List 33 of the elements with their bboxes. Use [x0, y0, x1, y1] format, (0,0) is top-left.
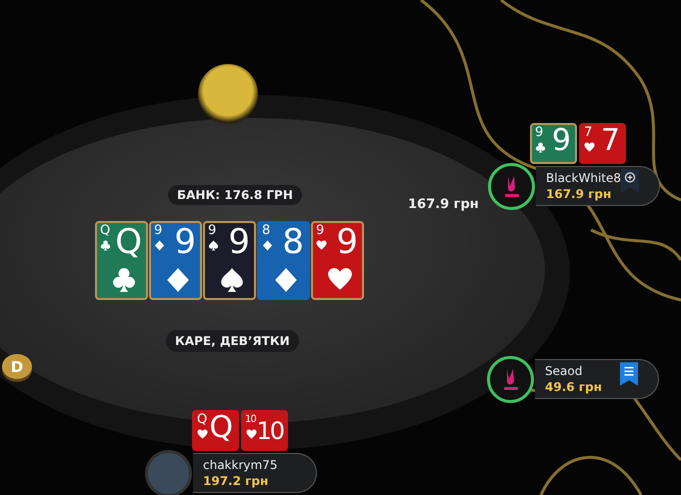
player-stack: 197.2 грн [203, 473, 270, 489]
player-plate[interactable]: chakkrym75 197.2 грн [193, 453, 317, 493]
board-card: 9 9 [149, 221, 202, 300]
hole-card: 9 9 [530, 123, 577, 164]
suit-icon [316, 240, 327, 251]
bet-amount: 167.9 грн [408, 197, 479, 212]
suit-icon [208, 240, 219, 251]
suit-icon [273, 267, 299, 293]
hole-card: 7 7 [579, 123, 626, 164]
suit-icon [262, 240, 273, 251]
player-name: Seaod [545, 363, 584, 379]
suit-icon [584, 142, 595, 153]
suit-icon [246, 429, 257, 440]
suit-icon [154, 240, 165, 251]
suit-icon [219, 267, 245, 293]
board-card: 8 8 [257, 221, 310, 300]
player-plate[interactable]: BlackWhite8 167.9 грн [536, 166, 660, 206]
board-card: 9 9 [311, 221, 364, 300]
pot-label: БАНК: 176.8 ГРН [168, 185, 302, 205]
suit-icon [165, 267, 191, 293]
player-name: chakkrym75 [203, 457, 276, 473]
player-plate[interactable]: Seaod 49.6 грн [535, 359, 659, 399]
add-note-icon[interactable] [621, 169, 639, 193]
notes-icon[interactable] [620, 362, 638, 386]
player-stack: 49.6 грн [545, 379, 603, 395]
hand-name-label: КАРЕ, ДЕВ’ЯТКИ [166, 330, 299, 352]
suit-icon [197, 429, 208, 440]
player-name: BlackWhite8 [546, 170, 619, 186]
suit-icon [535, 142, 546, 153]
suit-icon [100, 240, 111, 251]
player-stack: 167.9 грн [546, 186, 612, 202]
board-card: 9 9 [203, 221, 256, 300]
suit-icon [111, 267, 137, 293]
